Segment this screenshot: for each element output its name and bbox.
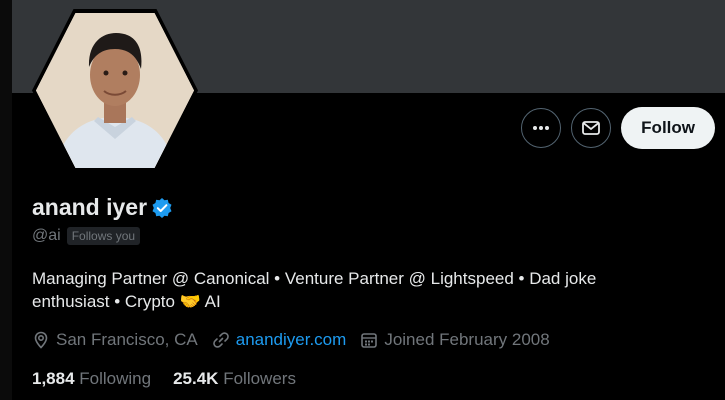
follows-you-badge: Follows you — [66, 227, 141, 245]
joined-item: Joined February 2008 — [360, 330, 550, 350]
envelope-icon — [582, 121, 601, 135]
following-stat[interactable]: 1,884 Following — [32, 369, 151, 389]
following-count: 1,884 — [32, 369, 75, 388]
location-text: San Francisco, CA — [56, 330, 198, 349]
handle: @ai — [32, 227, 61, 244]
bio-line-2-suffix: AI — [200, 292, 221, 311]
following-label: Following — [79, 369, 152, 388]
profile-header: Follow anand iyer @ai Follows you Managi… — [12, 0, 725, 400]
verified-badge-icon[interactable] — [151, 197, 173, 219]
display-name: anand iyer — [32, 194, 148, 220]
message-button[interactable] — [571, 108, 612, 148]
website-link[interactable]: anandiyer.com — [236, 330, 347, 350]
bio: Managing Partner @ Canonical • Venture P… — [32, 267, 672, 313]
followers-stat[interactable]: 25.4K Followers — [173, 369, 296, 389]
followers-count: 25.4K — [173, 369, 219, 388]
more-icon — [533, 126, 550, 130]
avatar[interactable] — [36, 13, 194, 168]
profile-meta: San Francisco, CA anandiyer.com Joined F… — [32, 330, 550, 350]
location-pin-icon — [34, 331, 48, 349]
calendar-icon — [361, 333, 378, 348]
handle-row: @ai Follows you — [32, 227, 141, 245]
avatar-portrait — [36, 13, 194, 168]
joined-text: Joined February 2008 — [384, 330, 550, 349]
bio-line-2: enthusiast • Crypto 🤝 AI — [32, 290, 672, 313]
website-item: anandiyer.com — [212, 330, 347, 350]
bio-line-2-prefix: enthusiast • Crypto — [32, 292, 180, 311]
followers-label: Followers — [223, 369, 296, 388]
follow-button[interactable]: Follow — [621, 107, 715, 149]
location-item: San Francisco, CA — [32, 330, 198, 350]
link-icon — [212, 332, 229, 348]
follow-stats: 1,884 Following 25.4K Followers — [32, 369, 296, 389]
handshake-emoji: 🤝 — [179, 292, 201, 311]
profile-actions: Follow — [521, 107, 715, 149]
bio-line-1: Managing Partner @ Canonical • Venture P… — [32, 269, 597, 288]
more-button[interactable] — [521, 108, 562, 148]
name-row: anand iyer — [32, 194, 173, 221]
